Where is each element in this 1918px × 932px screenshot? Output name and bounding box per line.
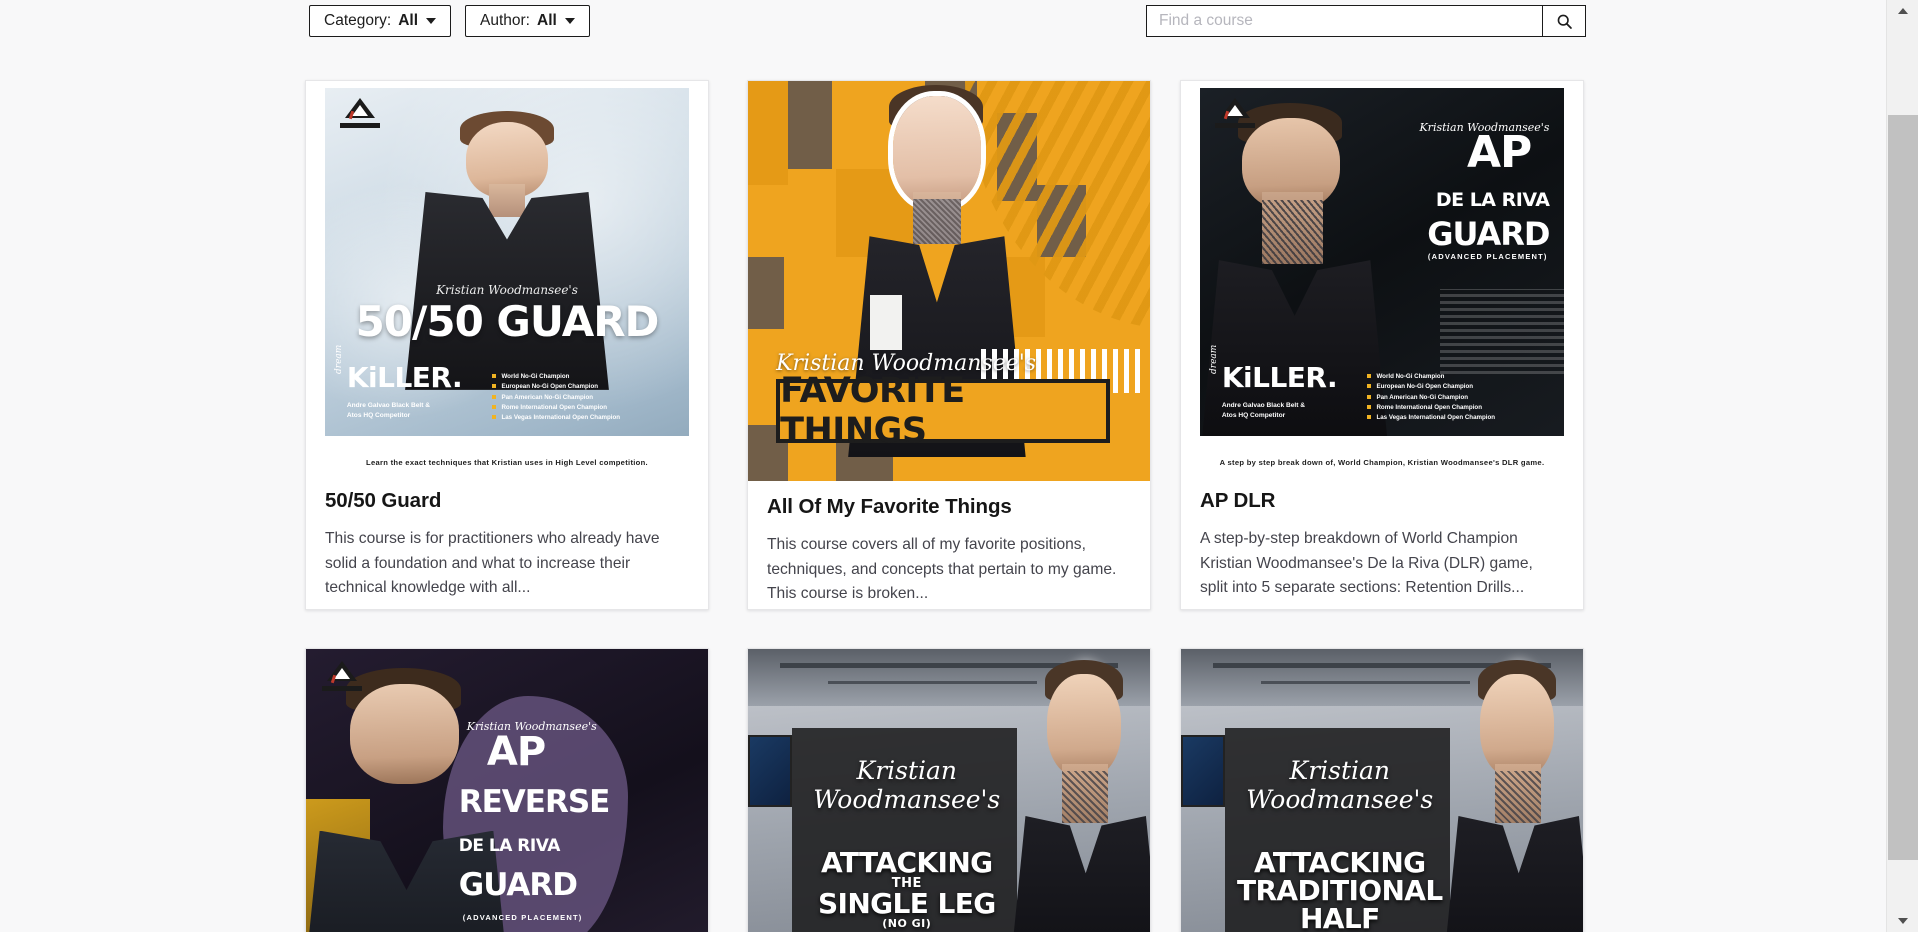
course-description: This course covers all of my favorite po… [767, 536, 1117, 602]
poster-line-2: DE LA RIVA [1435, 188, 1550, 211]
poster-main-title: ATTACKING TRADITIONAL HALF [1229, 849, 1450, 932]
course-grid: Kristian Woodmansee's 50/50 GUARD dream … [0, 48, 1886, 932]
poster-brand: KiLLER. [1221, 360, 1338, 394]
course-thumbnail[interactable]: Kristian Woodmansee's AP REVERSE DE LA R… [306, 649, 708, 932]
course-library-page: Category: All Author: All Find a course … [0, 0, 1918, 932]
poster-achievements: World No-Gi Champion European No-Gi Open… [492, 372, 674, 422]
poster-brand-prefix: dream [334, 345, 345, 375]
jiu-jitsu-vault-logo-icon [322, 660, 363, 691]
search-group [1146, 5, 1586, 37]
poster-credits: Andre Galvao Black Belt & Atos HQ Compet… [1221, 402, 1306, 420]
course-card[interactable]: Kristian Woodmansee's 50/50 GUARD dream … [305, 80, 709, 610]
chevron-down-icon [564, 18, 575, 24]
course-thumbnail[interactable]: Kristian Woodmansee's ATTACKING THE SING… [748, 649, 1150, 932]
course-card-body: All Of My Favorite Things This course co… [748, 481, 1150, 609]
search-input[interactable] [1146, 5, 1542, 37]
category-filter-value: All [398, 12, 419, 30]
course-thumbnail[interactable]: Kristian Woodmansee's ATTACKING TRADITIO… [1181, 649, 1583, 932]
course-card[interactable]: Kristian Woodmansee's AP REVERSE DE LA R… [305, 648, 709, 932]
course-card[interactable]: Kristian Woodmansee's ATTACKING THE SING… [747, 648, 1151, 932]
poster-subtitle: (ADVANCED PLACEMENT) [462, 912, 583, 922]
course-card[interactable]: Kristian Woodmansee's ATTACKING TRADITIO… [1180, 648, 1584, 932]
poster-figure [1439, 659, 1583, 932]
poster-achievements: World No-Gi Champion European No-Gi Open… [1367, 372, 1549, 422]
scroll-down-button[interactable] [1887, 912, 1918, 930]
course-title: 50/50 Guard [325, 489, 442, 512]
course-title: AP DLR [1200, 489, 1276, 512]
poster-brand: KiLLER. [346, 360, 463, 394]
author-filter-value: All [537, 12, 557, 30]
poster-attacking-traditional-half: Kristian Woodmansee's ATTACKING TRADITIO… [1181, 649, 1583, 932]
poster-line-1: AP [1466, 126, 1532, 178]
chevron-down-icon [426, 18, 437, 24]
chevron-down-icon [1898, 918, 1908, 924]
poster-main-title: FAVORITE THINGS [780, 371, 965, 451]
poster-main-title: ATTACKING THE SINGLE LEG (NO GI) [796, 846, 1017, 930]
poster-brand-prefix: dream [1209, 345, 1220, 375]
poster-ap-reverse-dlr: Kristian Woodmansee's AP REVERSE DE LA R… [306, 649, 708, 932]
poster-fifty-fifty-guard: Kristian Woodmansee's 50/50 GUARD dream … [306, 81, 708, 475]
course-card[interactable]: Kristian Woodmansee's AP DE LA RIVA GUAR… [1180, 80, 1584, 610]
course-card-body: AP DLR A step-by-step breakdown of World… [1181, 475, 1583, 609]
poster-title-box: FAVORITE THINGS [776, 371, 1110, 451]
poster-credits: Andre Galvao Black Belt & Atos HQ Compet… [346, 402, 431, 420]
poster-favorite-things: Kristian Woodmansee's FAVORITE THINGS [748, 81, 1150, 481]
course-thumbnail[interactable]: Kristian Woodmansee's AP DE LA RIVA GUAR… [1181, 81, 1583, 475]
course-card[interactable]: Kristian Woodmansee's FAVORITE THINGS Al… [747, 80, 1151, 610]
poster-line-3: SINGLE LEG [817, 887, 996, 921]
poster-ap-dlr: Kristian Woodmansee's AP DE LA RIVA GUAR… [1181, 81, 1583, 475]
poster-figure [405, 111, 609, 390]
poster-line-1: ATTACKING [821, 846, 993, 880]
category-filter-button[interactable]: Category: All [309, 5, 452, 37]
poster-line-4: GUARD [458, 866, 578, 903]
filter-toolbar: Category: All Author: All [0, 0, 1886, 48]
poster-main-title: 50/50 GUARD [355, 296, 660, 346]
filter-group: Category: All Author: All [309, 5, 590, 37]
poster-line-2: REVERSE [458, 783, 611, 820]
course-thumbnail[interactable]: Kristian Woodmansee's 50/50 GUARD dream … [306, 81, 708, 475]
poster-tagline: Learn the exact techniques that Kristian… [366, 458, 648, 468]
search-button[interactable] [1542, 5, 1586, 37]
poster-line-3: GUARD [1427, 214, 1550, 253]
poster-line-3: HALF [1299, 902, 1380, 932]
poster-attacking-single-leg: Kristian Woodmansee's ATTACKING THE SING… [748, 649, 1150, 932]
jiu-jitsu-vault-logo-icon [1214, 97, 1255, 128]
poster-subtitle: (ADVANCED PLACEMENT) [1427, 252, 1548, 262]
course-card-body: 50/50 Guard This course is for practitio… [306, 475, 708, 609]
poster-figure [1006, 659, 1150, 932]
course-thumbnail[interactable]: Kristian Woodmansee's FAVORITE THINGS [748, 81, 1150, 481]
search-icon [1557, 14, 1572, 29]
course-title: All Of My Favorite Things [767, 495, 1012, 518]
course-description: This course is for practitioners who alr… [325, 530, 660, 596]
author-filter-button[interactable]: Author: All [465, 5, 590, 37]
poster-tagline: A step by step break down of, World Cham… [1219, 458, 1545, 468]
scrollbar-thumb[interactable] [1888, 115, 1918, 860]
chevron-up-icon [1898, 8, 1908, 14]
jiu-jitsu-vault-logo-icon [339, 97, 380, 128]
page-scrollbar[interactable] [1886, 0, 1918, 932]
poster-line-1: AP [486, 728, 546, 775]
poster-script: Kristian Woodmansee's [1246, 756, 1434, 815]
author-filter-label: Author: [480, 12, 530, 30]
poster-script: Kristian Woodmansee's [813, 756, 1001, 815]
category-filter-label: Category: [324, 12, 392, 30]
poster-script: Kristian Woodmansee's [436, 283, 578, 298]
course-description: A step-by-step breakdown of World Champi… [1200, 530, 1533, 596]
scroll-up-button[interactable] [1887, 2, 1918, 20]
poster-line-3: DE LA RIVA [458, 836, 561, 857]
